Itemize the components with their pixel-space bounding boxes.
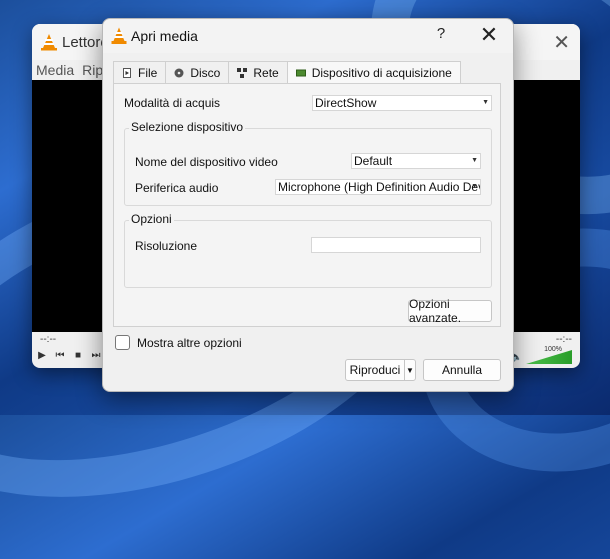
menu-item-media[interactable]: Media [36, 62, 74, 78]
tab-label: Disco [190, 65, 221, 80]
show-more-options-checkbox[interactable] [115, 335, 130, 350]
chevron-down-icon: ▼ [406, 365, 414, 375]
tab-bar: File Disco Rete Dispositivo di acquisizi… [113, 61, 461, 83]
capture-device-panel: Modalità di acquis DirectShow ▼ Selezion… [113, 83, 501, 327]
close-icon[interactable]: ✕ [479, 22, 499, 48]
tab-label: File [138, 65, 158, 80]
previous-icon[interactable]: ⏮ [54, 350, 66, 362]
tab-capture-device[interactable]: Dispositivo di acquisizione [286, 61, 461, 83]
resolution-label: Risoluzione [135, 239, 198, 253]
network-icon [237, 67, 248, 78]
video-device-select[interactable]: Default ▼ [351, 153, 481, 169]
tab-file[interactable]: File [113, 61, 167, 83]
play-button-label: Riproduci [349, 363, 401, 377]
cancel-button[interactable]: Annulla [423, 359, 501, 381]
audio-device-select[interactable]: Microphone (High Definition Audio Dev ▼ [275, 179, 481, 195]
elapsed-time: --:-- [40, 334, 57, 345]
play-dropdown-button[interactable]: ▼ [404, 359, 416, 381]
show-more-options-label: Mostra altre opzioni [137, 336, 242, 350]
resolution-input[interactable] [311, 237, 481, 253]
tab-label: Dispositivo di acquisizione [311, 65, 452, 80]
file-icon [123, 67, 131, 78]
tab-label: Rete [253, 65, 279, 80]
close-icon[interactable]: ✕ [553, 30, 570, 55]
tab-disc[interactable]: Disco [165, 61, 230, 83]
advanced-options-label: Opzioni avanzate. [409, 297, 462, 325]
menu-item-playback[interactable]: Rip [82, 62, 103, 78]
audio-device-label: Periferica audio [135, 181, 219, 195]
play-button[interactable]: Riproduci [345, 359, 405, 381]
device-selection-title: Selezione dispositivo [129, 120, 246, 134]
help-icon[interactable]: ? [433, 25, 449, 42]
tab-network[interactable]: Rete [228, 61, 288, 83]
advanced-options-button[interactable]: Opzioni avanzate. [408, 297, 492, 325]
total-time: --:-- [555, 334, 572, 345]
playback-controls: ▶ ⏮ ■ ⏭ [36, 350, 102, 362]
capture-mode-value: DirectShow [315, 96, 377, 110]
disc-icon [174, 68, 184, 77]
capture-mode-label: Modalità di acquis [124, 96, 221, 110]
capture-mode-select[interactable]: DirectShow ▼ [312, 95, 492, 111]
vlc-cone-icon [41, 34, 57, 51]
chevron-down-icon: ▼ [471, 183, 478, 190]
play-icon[interactable]: ▶ [36, 350, 48, 362]
volume-level: 100% [544, 346, 562, 353]
vlc-cone-icon [111, 27, 127, 44]
dialog-title: Apri media [131, 28, 198, 44]
device-selection-group: Selezione dispositivo Nome del dispositi… [124, 120, 492, 206]
capture-device-icon [295, 69, 306, 76]
dialog-titlebar: Apri media ? ✕ [103, 19, 513, 53]
audio-device-value: Microphone (High Definition Audio Dev [278, 180, 481, 194]
chevron-down-icon: ▼ [482, 99, 489, 106]
chevron-down-icon: ▼ [471, 157, 478, 164]
stop-icon[interactable]: ■ [72, 350, 84, 362]
video-device-label: Nome del dispositivo video [135, 155, 278, 169]
cancel-button-label: Annulla [441, 363, 483, 377]
video-device-value: Default [354, 154, 393, 168]
next-icon[interactable]: ⏭ [90, 350, 102, 362]
options-title: Opzioni [129, 212, 174, 226]
volume-control[interactable]: 🔈 100% [510, 346, 572, 364]
open-media-dialog: Apri media ? ✕ File Disco Rete Dispositi… [102, 18, 514, 392]
options-group: Opzioni Risoluzione [124, 212, 492, 288]
